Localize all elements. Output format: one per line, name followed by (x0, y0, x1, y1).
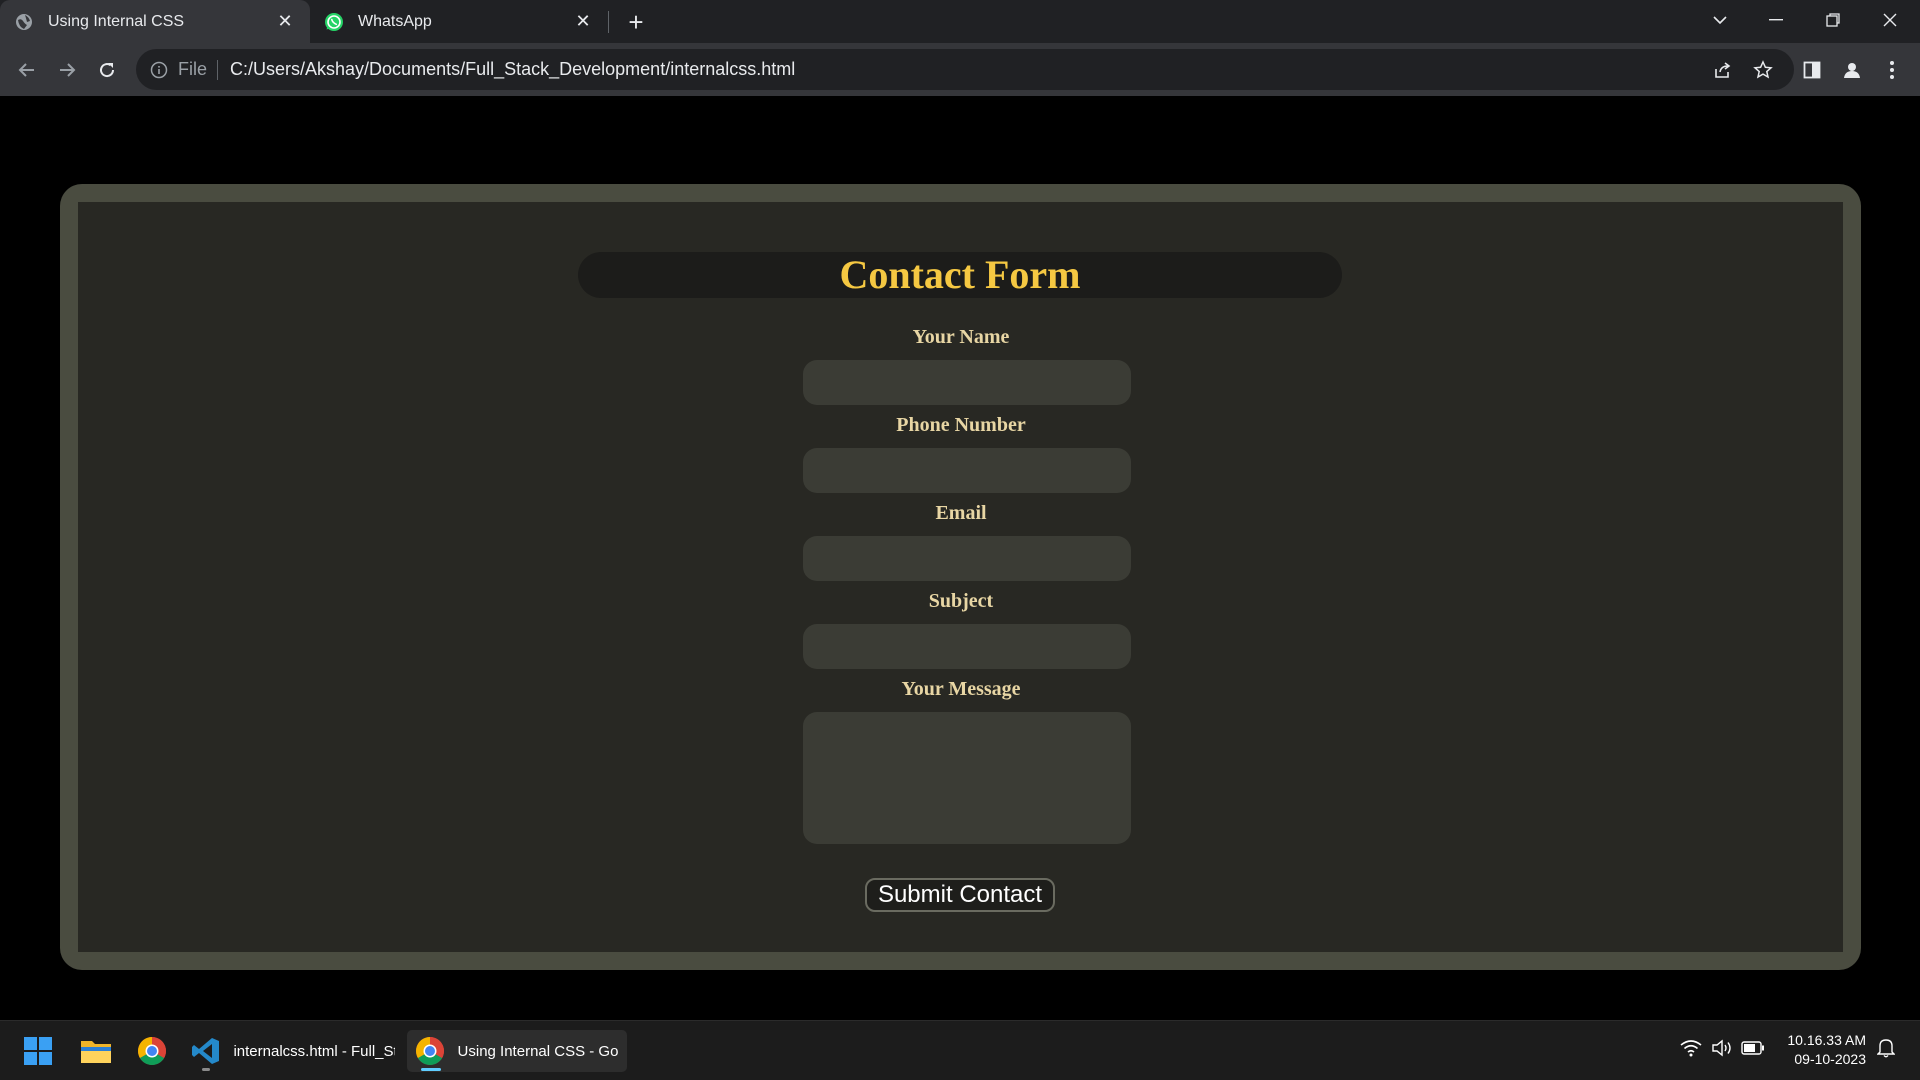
page-viewport: Contact Form Your Name Phone Number Emai… (0, 96, 1920, 1020)
close-icon[interactable]: ✕ (274, 11, 296, 33)
vscode-icon (190, 1035, 221, 1067)
reload-icon[interactable] (90, 53, 124, 87)
chrome-window-taskbar-button[interactable]: Using Internal CSS - Goo (407, 1030, 627, 1072)
chrome-taskbar-button[interactable] (136, 1030, 168, 1072)
bookmark-star-icon[interactable] (1748, 55, 1778, 85)
battery-icon[interactable] (1740, 1035, 1766, 1061)
tab-title: Using Internal CSS (48, 12, 185, 30)
whatsapp-icon (324, 12, 344, 32)
url-text[interactable]: C:/Users/Akshay/Documents/Full_Stack_Dev… (230, 59, 795, 80)
side-panel-icon[interactable] (1797, 55, 1827, 85)
email-label: Email (935, 502, 987, 524)
email-input[interactable] (803, 536, 1131, 581)
chrome-icon (415, 1035, 446, 1067)
forward-arrow-icon[interactable] (50, 53, 84, 87)
volume-icon[interactable] (1709, 1035, 1735, 1061)
message-label: Your Message (901, 678, 1021, 700)
tab-search-chevron-icon[interactable] (1700, 0, 1740, 40)
name-label: Your Name (912, 326, 1010, 348)
tab-title: WhatsApp (358, 12, 432, 30)
new-tab-button[interactable]: + (622, 7, 650, 37)
tab-divider (608, 11, 609, 33)
url-scheme: File (178, 59, 208, 79)
file-explorer-button[interactable] (80, 1030, 112, 1072)
subject-label: Subject (928, 590, 994, 612)
start-button[interactable] (22, 1030, 54, 1072)
taskbar-app-label: internalcss.html - Full_St (233, 1042, 395, 1060)
notification-bell-icon[interactable] (1873, 1035, 1899, 1061)
windows-start-icon (22, 1035, 54, 1067)
subject-input[interactable] (803, 624, 1131, 669)
name-input[interactable] (803, 360, 1131, 405)
menu-kebab-icon[interactable] (1877, 55, 1907, 85)
globe-icon (14, 12, 34, 32)
address-bar[interactable]: File C:/Users/Akshay/Documents/Full_Stac… (136, 49, 1794, 90)
restore-icon[interactable] (1813, 0, 1853, 40)
taskbar-app-label: Using Internal CSS - Goo (457, 1042, 619, 1060)
screen: Using Internal CSS ✕ WhatsApp ✕ + File C… (0, 0, 1920, 1080)
contact-form-panel: Contact Form Your Name Phone Number Emai… (78, 202, 1843, 952)
wifi-icon[interactable] (1678, 1035, 1704, 1061)
folder-icon (80, 1035, 112, 1067)
vscode-taskbar-button[interactable]: internalcss.html - Full_St (190, 1030, 395, 1072)
windows-taskbar: internalcss.html - Full_St Using Interna… (0, 1020, 1920, 1080)
submit-contact-button[interactable]: Submit Contact (865, 878, 1055, 912)
divider (217, 59, 219, 80)
tab-using-internal-css[interactable]: Using Internal CSS ✕ (0, 0, 310, 43)
phone-input[interactable] (803, 448, 1131, 493)
browser-toolbar: File C:/Users/Akshay/Documents/Full_Stac… (0, 43, 1920, 96)
browser-tab-strip: Using Internal CSS ✕ WhatsApp ✕ + (0, 0, 1920, 43)
active-indicator (421, 1068, 441, 1071)
phone-label: Phone Number (896, 414, 1026, 436)
close-icon[interactable]: ✕ (572, 11, 594, 33)
chrome-icon (136, 1035, 168, 1067)
tab-whatsapp[interactable]: WhatsApp ✕ (310, 0, 608, 43)
clock-time: 10.16.33 AM (1787, 1032, 1866, 1048)
contact-form-frame: Contact Form Your Name Phone Number Emai… (60, 184, 1861, 970)
close-window-icon[interactable] (1870, 0, 1910, 40)
running-indicator (202, 1068, 210, 1071)
profile-icon[interactable] (1837, 55, 1867, 85)
message-textarea[interactable] (803, 712, 1131, 844)
share-icon[interactable] (1708, 55, 1738, 85)
system-clock[interactable]: 10.16.33 AM 09-10-2023 (1787, 1031, 1866, 1069)
back-arrow-icon[interactable] (10, 53, 44, 87)
info-icon[interactable] (150, 61, 168, 79)
minimize-icon[interactable] (1756, 0, 1796, 40)
clock-date: 09-10-2023 (1794, 1051, 1866, 1067)
page-title: Contact Form (578, 252, 1342, 298)
